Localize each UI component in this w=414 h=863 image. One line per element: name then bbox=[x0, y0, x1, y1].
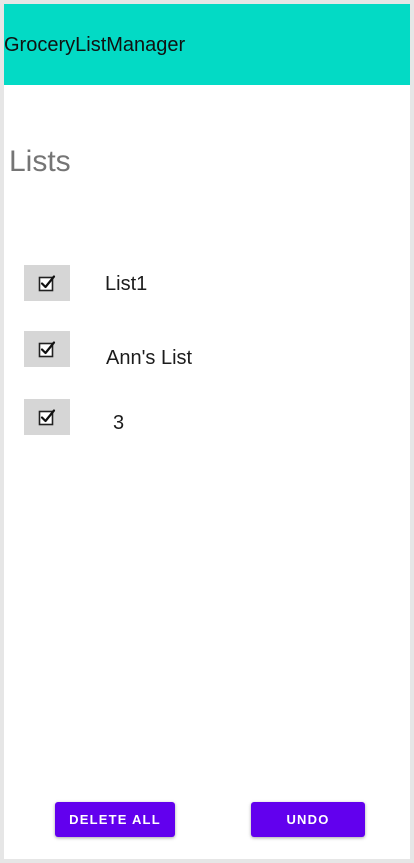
undo-button[interactable]: UNDO bbox=[251, 802, 365, 837]
checkbox-checked-icon bbox=[38, 409, 56, 426]
delete-all-button[interactable]: DELETE ALL bbox=[55, 802, 175, 837]
checkbox-checked-icon bbox=[38, 275, 56, 292]
list-checkbox[interactable] bbox=[24, 399, 70, 435]
list-item-label: 3 bbox=[113, 412, 125, 434]
checkbox-checked-icon bbox=[38, 341, 56, 358]
list-checkbox[interactable] bbox=[24, 331, 70, 367]
app-title: GroceryListManager bbox=[4, 34, 186, 56]
list-item[interactable]: Ann's List bbox=[4, 329, 410, 369]
app-bar: GroceryListManager bbox=[4, 4, 410, 85]
list-item[interactable]: List1 bbox=[4, 263, 410, 303]
app-screen: GroceryListManager Lists List1 Ann's Lis… bbox=[4, 4, 410, 859]
list-item-label: Ann's List bbox=[106, 347, 193, 369]
list-item-label: List1 bbox=[105, 273, 148, 295]
list-item[interactable]: 3 bbox=[4, 397, 410, 437]
list-checkbox[interactable] bbox=[24, 265, 70, 301]
section-title: Lists bbox=[9, 145, 71, 178]
